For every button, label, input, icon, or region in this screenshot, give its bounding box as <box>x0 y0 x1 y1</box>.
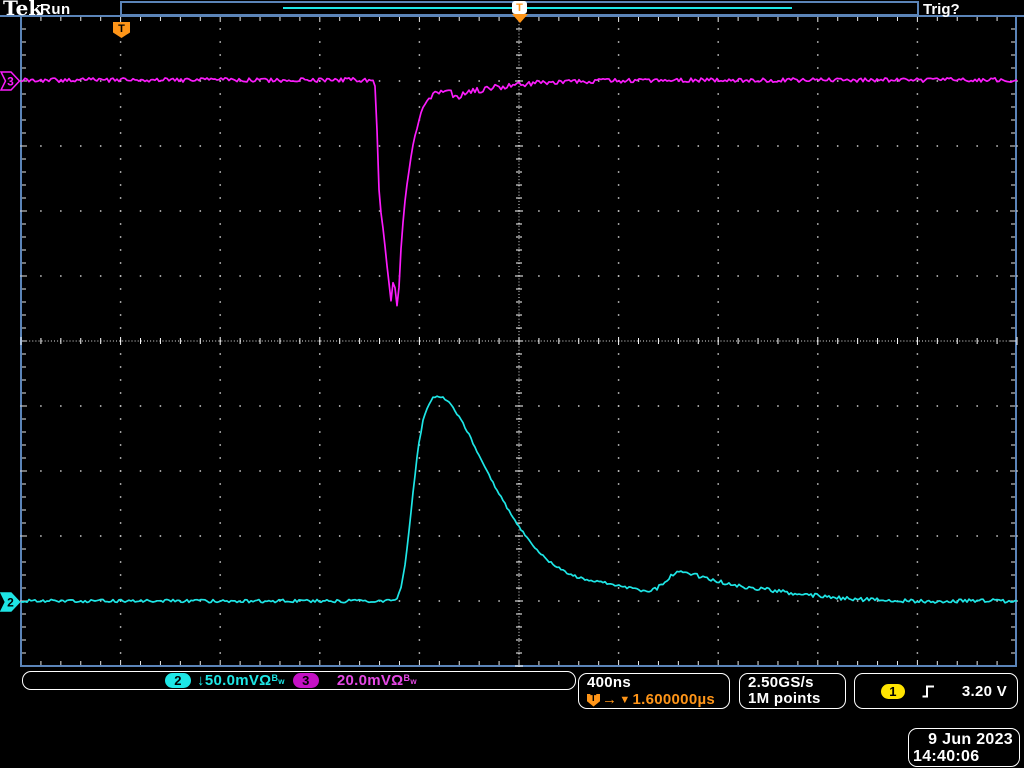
datetime-box: 9 Jun 2023 14:40:06 <box>908 728 1020 767</box>
channel-readouts[interactable]: 2 ↓50.0mVΩBw 3 20.0mVΩBw <box>22 671 576 690</box>
trigger-position-tag[interactable]: T <box>512 1 527 14</box>
trigger-t-icon: T <box>587 693 600 707</box>
arrow-right-icon: → <box>602 691 618 708</box>
sample-rate: 2.50GS/s <box>748 674 814 691</box>
date-label: 9 Jun 2023 <box>928 731 1013 748</box>
rising-edge-icon <box>922 685 934 697</box>
tek-logo: Tek <box>3 0 43 20</box>
expansion-point-triangle-icon[interactable] <box>512 14 528 23</box>
record-length: 1M points <box>748 690 821 707</box>
delay-marker-icon: ▼ <box>619 694 631 706</box>
ch2-level-marker[interactable]: 2 <box>0 592 21 612</box>
svg-text:3: 3 <box>7 75 14 89</box>
record-waveform-preview <box>283 7 792 9</box>
delay-value: 1.600000µs <box>632 691 716 708</box>
trigger-point-flag[interactable]: T <box>113 22 130 38</box>
timebase-readout[interactable]: 400ns T → ▼ 1.600000µs <box>578 673 730 709</box>
graticule-and-waveforms: 3 2 T <box>0 15 1024 667</box>
trigger-delay-readout: T → ▼ 1.600000µs <box>587 692 729 708</box>
trigger-status: Trig? <box>923 1 960 18</box>
trigger-source-badge: 1 <box>881 683 905 699</box>
svg-text:2: 2 <box>7 596 14 610</box>
oscilloscope-screen: 3 2 T Tek Run Trig? T 2 ↓50.0mVΩBw 3 20.0m… <box>0 0 1024 768</box>
trigger-level: 3.20 V <box>961 682 1007 700</box>
time-label: 14:40:06 <box>913 748 980 765</box>
ch2-badge[interactable]: 2 <box>165 673 191 688</box>
svg-text:T: T <box>118 23 125 35</box>
ch3-badge[interactable]: 3 <box>292 673 319 688</box>
ch2-scale-readout[interactable]: ↓50.0mVΩBw <box>197 672 285 689</box>
ch3-scale-readout[interactable]: 20.0mVΩBw <box>337 672 417 689</box>
acquisition-readout[interactable]: 2.50GS/s 1M points <box>739 673 846 709</box>
ch2-invert-arrow-icon: ↓ <box>197 672 205 689</box>
acquisition-status: Run <box>40 1 71 18</box>
ch3-level-marker[interactable]: 3 <box>0 71 21 91</box>
timebase-scale: 400ns <box>587 674 632 691</box>
trigger-readout[interactable]: 1 3.20 V <box>854 673 1018 709</box>
